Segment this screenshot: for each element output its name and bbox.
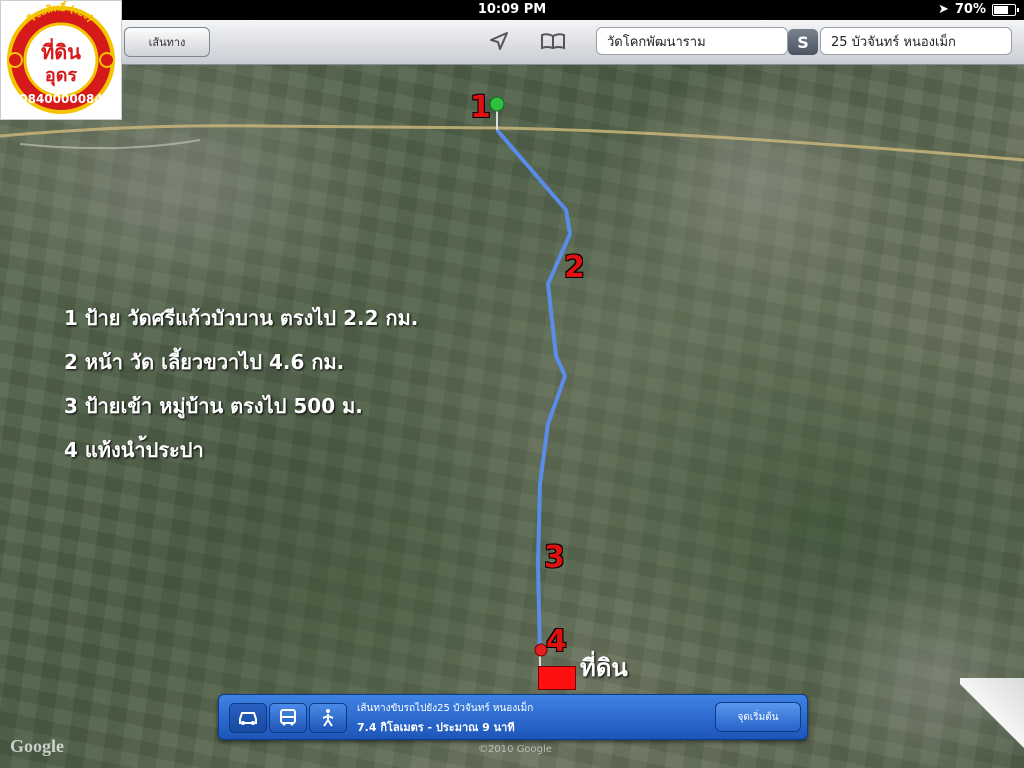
swap-route-button[interactable]: S: [788, 29, 818, 55]
svg-text:ที่ดิน: ที่ดิน: [41, 37, 81, 64]
bus-icon: [280, 709, 296, 726]
directions-mode-button[interactable]: เส้นทาง: [124, 27, 210, 57]
route-line: [495, 128, 572, 655]
google-watermark: Google: [10, 736, 64, 756]
map-copyright: ©2010 Google: [478, 744, 552, 755]
walk-mode-button[interactable]: [309, 703, 347, 733]
walk-icon: [322, 709, 334, 727]
svg-text:0840000084: 0840000084: [19, 92, 103, 106]
battery-icon: [992, 3, 1019, 16]
bookmarks-icon[interactable]: [540, 30, 566, 52]
transit-mode-button[interactable]: [269, 703, 307, 733]
satellite-map[interactable]: 1 ป้าย วัดศรีแก้วบัวบาน ตรงไป 2.2 กม. 2 …: [0, 64, 1024, 768]
battery-percent: 70%: [954, 2, 986, 17]
route-distance-time: 7.4 กิโลเมตร - ประมาณ 9 นาที: [357, 721, 515, 734]
current-location-icon[interactable]: [486, 30, 512, 52]
drive-mode-button[interactable]: [229, 703, 267, 733]
marker-number-2: 2: [564, 250, 585, 285]
highway-road: [0, 124, 1024, 162]
start-button[interactable]: จุดเริ่มต้น: [715, 702, 801, 732]
maps-toolbar: เส้นทาง วัดโคกพัฒนาราม S 25 บัวจันทร์ หน…: [0, 20, 1024, 65]
direction-step-4: 4 แท้งนำ้ประปา: [64, 438, 204, 462]
marker-number-4: 4: [546, 624, 567, 659]
land-label: ที่ดิน: [580, 654, 628, 682]
direction-step-3: 3 ป้ายเข้า หมู่บ้าน ตรงไป 500 ม.: [64, 394, 363, 418]
route-info-panel: เส้นทางขับรถไปยัง25 บัวจันทร์ หนองเม็ก 7…: [218, 694, 808, 740]
direction-step-2: 2 หน้า วัด เลี้ยวขวาไป 4.6 กม.: [64, 350, 345, 374]
route-title: เส้นทางขับรถไปยัง25 บัวจันทร์ หนองเม็ก: [357, 703, 534, 714]
logo: ไชยสิทธิ์ (เฮง) ที่ดิน อุดร 0840000084: [0, 0, 122, 120]
direction-step-1: 1 ป้าย วัดศรีแก้วบัวบาน ตรงไป 2.2 กม.: [64, 306, 419, 330]
status-time: 10:09 PM: [477, 2, 547, 17]
location-arrow-icon: ➤: [937, 2, 949, 17]
land-plot-marker: [538, 666, 576, 690]
start-pin-icon: [489, 96, 505, 112]
page-curl[interactable]: [960, 678, 1024, 768]
status-bar: 10:09 PM ➤ 70%: [0, 0, 1024, 20]
svg-text:อุดร: อุดร: [45, 65, 78, 87]
marker-number-1: 1: [470, 90, 491, 125]
car-icon: [239, 712, 257, 725]
end-location-field[interactable]: 25 บัวจันทร์ หนองเม็ก: [820, 27, 1012, 55]
start-location-field[interactable]: วัดโคกพัฒนาราม: [596, 27, 788, 55]
directions-text: 1 ป้าย วัดศรีแก้วบัวบาน ตรงไป 2.2 กม. 2 …: [64, 296, 418, 472]
marker-number-3: 3: [544, 540, 565, 575]
status-right: ➤ 70%: [937, 2, 1019, 17]
